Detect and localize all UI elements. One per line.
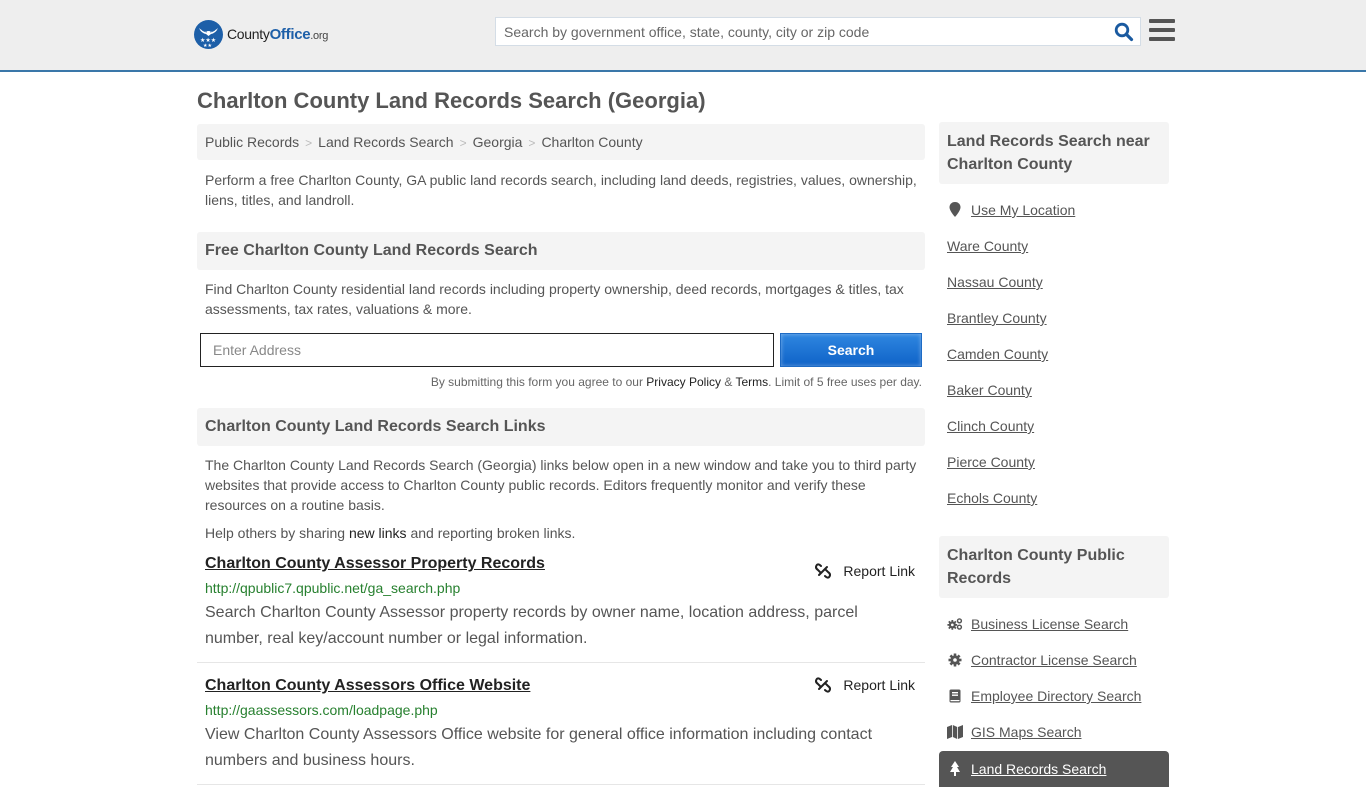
nearby-county-link[interactable]: Echols County: [947, 490, 1037, 506]
sidebar-item-land-records-active[interactable]: Land Records Search: [939, 751, 1169, 787]
hamburger-menu-icon[interactable]: [1149, 19, 1175, 43]
breadcrumb-georgia[interactable]: Georgia: [473, 134, 523, 150]
cogs-icon: [947, 616, 963, 632]
privacy-policy-link[interactable]: Privacy Policy: [646, 375, 721, 389]
link-description: View Charlton County Assessors Office we…: [205, 726, 873, 769]
list-item: Charlton County Assessor Property Record…: [197, 541, 925, 663]
sidebar: Land Records Search near Charlton County…: [939, 122, 1169, 787]
nearby-county-list: Use My Location Ware County Nassau Count…: [939, 192, 1169, 516]
help-text: Help others by sharing new links and rep…: [197, 515, 925, 541]
search-icon[interactable]: [1114, 22, 1134, 42]
sidebar-item-employee-directory: Employee Directory Search: [947, 678, 1161, 714]
nearby-county-link[interactable]: Ware County: [947, 238, 1028, 254]
svg-text:★★: ★★: [203, 43, 212, 49]
site-search-input[interactable]: [496, 18, 1096, 45]
page-title: Charlton County Land Records Search (Geo…: [197, 88, 706, 113]
terms-link[interactable]: Terms: [735, 375, 768, 389]
sidebar-item-camden-county: Camden County: [947, 336, 1161, 372]
public-record-link[interactable]: Business License Search: [971, 616, 1128, 632]
sidebar-item-gis-maps: GIS Maps Search: [947, 714, 1161, 750]
links-section-description: The Charlton County Land Records Search …: [205, 457, 917, 513]
gear-icon: [947, 652, 963, 668]
eagle-stars-logo-icon: ★★★ ★★: [194, 20, 223, 49]
free-search-description: Find Charlton County residential land re…: [205, 281, 904, 317]
public-record-link[interactable]: GIS Maps Search: [971, 724, 1082, 740]
public-records-list: Business License Search Contractor Licen…: [939, 606, 1169, 750]
nearby-county-link[interactable]: Camden County: [947, 346, 1048, 362]
sidebar-item-nassau-county: Nassau County: [947, 264, 1161, 300]
links-section-heading: Charlton County Land Records Search Link…: [197, 408, 925, 446]
map-icon: [947, 724, 963, 740]
report-link-label: Report Link: [843, 563, 915, 579]
map-marker-icon: [947, 202, 963, 218]
breadcrumb-separator: >: [459, 136, 467, 150]
site-logo[interactable]: ★★★ ★★ CountyOffice.org: [194, 20, 328, 49]
book-icon: [947, 688, 963, 704]
address-input[interactable]: [200, 333, 774, 367]
nearby-county-link[interactable]: Pierce County: [947, 454, 1035, 470]
logo-wordmark: CountyOffice.org: [227, 26, 329, 43]
terms-ampersand: &: [724, 375, 733, 389]
nearby-heading: Land Records Search near Charlton County: [939, 122, 1169, 184]
report-link-button[interactable]: Report Link: [815, 563, 915, 579]
link-title[interactable]: Charlton County Assessor Property Record…: [205, 555, 545, 572]
site-search-box: [495, 17, 1141, 46]
sidebar-item-baker-county: Baker County: [947, 372, 1161, 408]
terms-suffix: . Limit of 5 free uses per day.: [768, 375, 922, 389]
terms-prefix: By submitting this form you agree to our: [430, 375, 643, 389]
public-record-link[interactable]: Employee Directory Search: [971, 688, 1141, 704]
intro-text: Perform a free Charlton County, GA publi…: [205, 172, 917, 208]
breadcrumb-charlton-county[interactable]: Charlton County: [541, 134, 642, 150]
sidebar-item-pierce-county: Pierce County: [947, 444, 1161, 480]
tree-icon: [947, 761, 963, 777]
broken-link-icon: [815, 563, 832, 579]
link-url[interactable]: http://gaassessors.com/loadpage.php: [205, 702, 917, 718]
list-item: Charlton County Assessors Office Website…: [197, 663, 925, 785]
public-record-link[interactable]: Contractor License Search: [971, 652, 1137, 668]
terms-notice: By submitting this form you agree to our…: [197, 375, 925, 389]
main-content: Public Records > Land Records Search > Georg…: [197, 124, 925, 785]
help-prefix: Help others by sharing: [205, 525, 346, 541]
sidebar-item-echols-county: Echols County: [947, 480, 1161, 516]
breadcrumb-separator: >: [528, 136, 536, 150]
link-title[interactable]: Charlton County Assessors Office Website: [205, 677, 530, 694]
report-link-button[interactable]: Report Link: [815, 677, 915, 693]
broken-link-icon: [815, 677, 832, 693]
link-url[interactable]: http://qpublic7.qpublic.net/ga_search.ph…: [205, 580, 917, 596]
search-button[interactable]: Search: [780, 333, 922, 367]
free-search-heading: Free Charlton County Land Records Search: [197, 232, 925, 270]
breadcrumb-separator: >: [305, 136, 313, 150]
address-search-form: Search: [197, 333, 925, 367]
breadcrumb-public-records[interactable]: Public Records: [205, 134, 299, 150]
new-links-link[interactable]: new links: [349, 525, 407, 541]
public-records-heading: Charlton County Public Records: [939, 536, 1169, 598]
use-my-location-link[interactable]: Use My Location: [971, 202, 1075, 218]
nearby-county-link[interactable]: Brantley County: [947, 310, 1047, 326]
nearby-county-link[interactable]: Baker County: [947, 382, 1032, 398]
sidebar-item-business-license: Business License Search: [947, 606, 1161, 642]
sidebar-item-brantley-county: Brantley County: [947, 300, 1161, 336]
report-link-label: Report Link: [843, 677, 915, 693]
help-suffix: and reporting broken links.: [410, 525, 576, 541]
nearby-county-link[interactable]: Nassau County: [947, 274, 1043, 290]
nearby-county-link[interactable]: Clinch County: [947, 418, 1034, 434]
top-header: ★★★ ★★ CountyOffice.org: [0, 0, 1366, 72]
sidebar-item-ware-county: Ware County: [947, 228, 1161, 264]
breadcrumb-land-records-search[interactable]: Land Records Search: [318, 134, 453, 150]
sidebar-item-clinch-county: Clinch County: [947, 408, 1161, 444]
sidebar-item-contractor-license: Contractor License Search: [947, 642, 1161, 678]
use-location-item: Use My Location: [947, 192, 1161, 228]
public-record-link-active[interactable]: Land Records Search: [971, 761, 1106, 777]
link-description: Search Charlton County Assessor property…: [205, 604, 858, 647]
breadcrumb: Public Records > Land Records Search > Georg…: [197, 124, 925, 160]
